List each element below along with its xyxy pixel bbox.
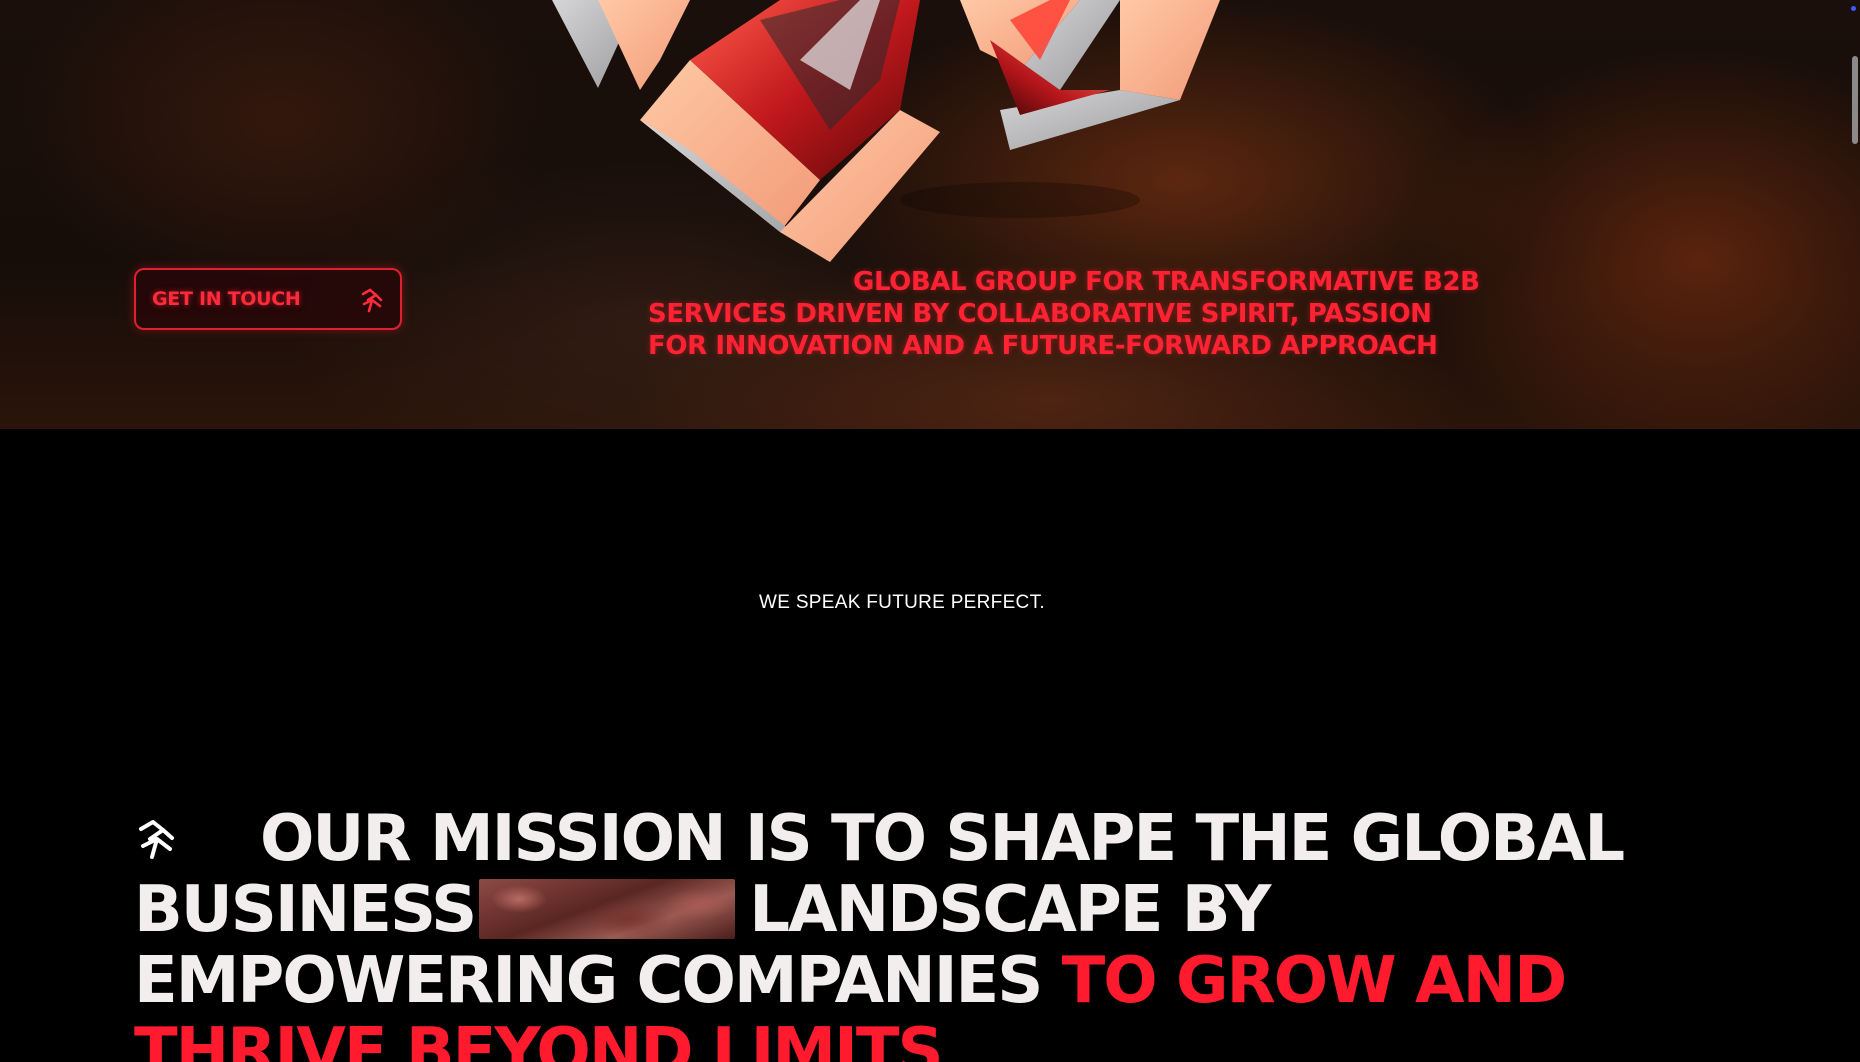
scrollbar-thumb[interactable]: [1852, 56, 1858, 144]
hero-3d-graphic: [552, 0, 1220, 262]
corner-indicator-dot: [1851, 6, 1856, 11]
get-in-touch-button[interactable]: GET IN TOUCH: [134, 268, 402, 330]
scrollbar[interactable]: [1850, 0, 1860, 1062]
get-in-touch-label: GET IN TOUCH: [152, 288, 301, 310]
page: GET IN TOUCH GLOBAL GROUP FOR TRANSFORMA…: [0, 0, 1860, 1062]
section-kicker: WE SPEAK FUTURE PERFECT.: [759, 592, 1045, 613]
mission-statement: OUR MISSION IS TO SHAPE THE GLOBAL BUSIN…: [134, 804, 1734, 1062]
inline-landscape-image: [479, 879, 736, 939]
brand-mark-icon: [361, 288, 383, 313]
hero-section: GET IN TOUCH GLOBAL GROUP FOR TRANSFORMA…: [0, 0, 1860, 429]
hero-tagline: GLOBAL GROUP FOR TRANSFORMATIVE B2B SERV…: [648, 267, 1480, 361]
brand-mark-icon: [139, 820, 174, 859]
